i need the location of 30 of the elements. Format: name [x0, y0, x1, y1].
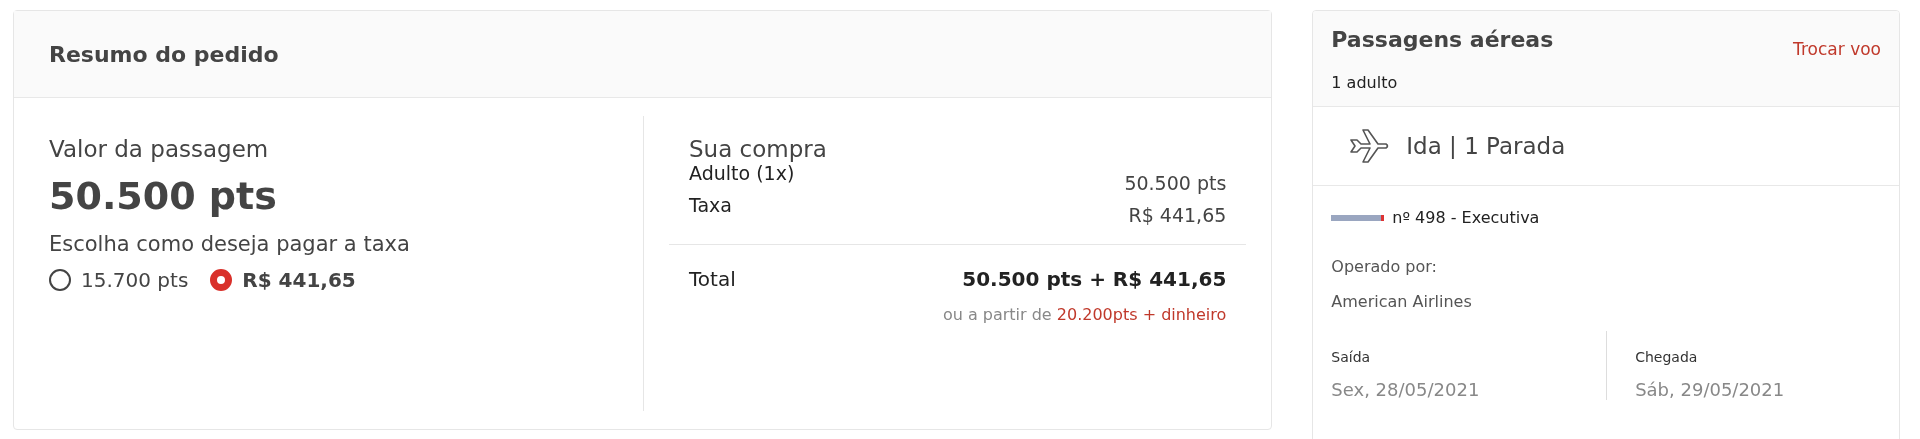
operated-by-label: Operado por:	[1331, 257, 1438, 276]
line-label: Taxa	[689, 194, 732, 218]
line-label: Adulto (1x)	[689, 162, 795, 186]
fee-prompt: Escolha como deseja pagar a taxa	[49, 232, 411, 256]
total-label: Total	[689, 267, 736, 291]
fare-label: Valor da passagem	[49, 136, 270, 162]
radio-icon[interactable]	[49, 269, 71, 291]
card-title: Resumo do pedido	[49, 41, 279, 67]
fee-option[interactable]: R$ 441,65	[210, 268, 356, 292]
total-value: 50.500 pts + R$ 441,65	[962, 267, 1227, 291]
purchase-title: Sua compra	[689, 136, 828, 162]
date-text: Sáb, 29/05/2021	[1635, 379, 1786, 400]
airplane-icon	[1348, 127, 1391, 165]
airline-logo	[1331, 214, 1385, 221]
date-text: Sex, 28/05/2021	[1331, 379, 1481, 400]
radio-icon[interactable]	[210, 269, 233, 291]
operator-name: American Airlines	[1331, 292, 1473, 311]
change-flight-link[interactable]: Trocar voo	[1793, 39, 1881, 59]
flight-number: nº 498 - Executiva	[1392, 208, 1540, 227]
time-label: Saída	[1331, 349, 1372, 365]
line-value: 50.500 pts	[1124, 172, 1227, 194]
line-value: R$ 441,65	[1128, 204, 1227, 226]
leg-title: Ida | 1 Parada	[1406, 133, 1566, 159]
card-title: Passagens aéreas	[1331, 27, 1554, 52]
fare-amount: 50.500 pts	[49, 174, 278, 218]
alternative-link[interactable]: 20.200pts + dinheiro	[1056, 305, 1227, 324]
alternative-price: ou a partir de	[942, 305, 1053, 324]
passenger-count: 1 adulto	[1331, 73, 1399, 92]
time-label: Chegada	[1635, 349, 1699, 365]
fee-option[interactable]: 15.700 pts	[49, 268, 189, 292]
